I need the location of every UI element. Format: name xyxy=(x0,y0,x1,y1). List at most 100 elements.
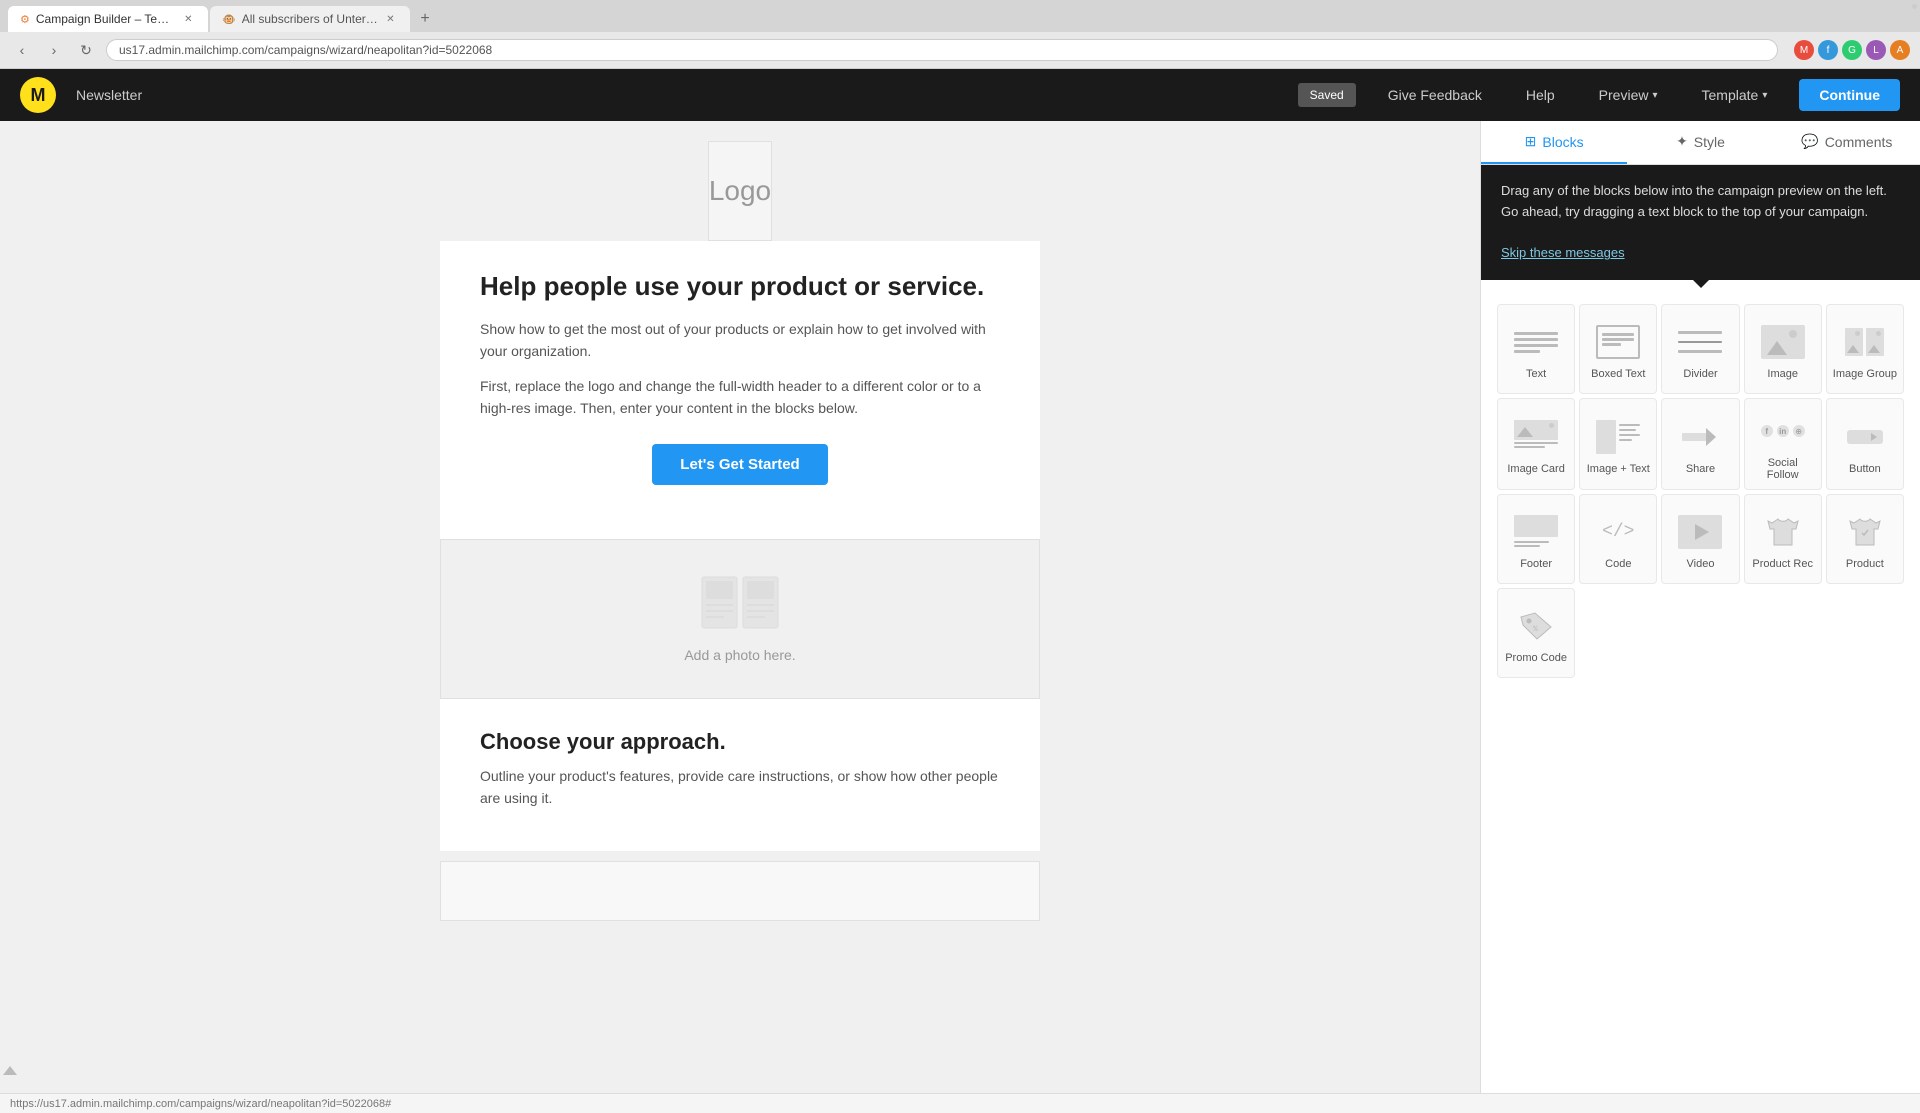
app-header: M Newsletter Saved Give Feedback Help Pr… xyxy=(0,69,1920,121)
status-url: https://us17.admin.mailchimp.com/campaig… xyxy=(10,1098,391,1110)
product-icon xyxy=(1839,512,1891,552)
block-image-label: Image xyxy=(1767,368,1798,380)
video-icon xyxy=(1674,512,1726,552)
block-promo-code-label: Promo Code xyxy=(1505,652,1567,664)
tab-comments[interactable]: 💬 Comments xyxy=(1774,121,1920,164)
block-image[interactable]: Image xyxy=(1744,304,1822,394)
mailchimp-logo: M xyxy=(20,77,56,113)
right-panel: ⊞ Blocks ✦ Style 💬 Comments Drag any of … xyxy=(1480,121,1920,1093)
block-code-label: Code xyxy=(1605,558,1631,570)
divider-icon xyxy=(1674,322,1726,362)
block-code[interactable]: </> Code xyxy=(1579,494,1657,584)
status-bar: https://us17.admin.mailchimp.com/campaig… xyxy=(0,1093,1920,1113)
block-footer[interactable]: Footer xyxy=(1497,494,1575,584)
tab-2-close[interactable]: ✕ xyxy=(385,12,396,26)
comments-icon: 💬 xyxy=(1801,133,1818,150)
section-body: Outline your product's features, provide… xyxy=(480,765,1000,810)
back-button[interactable]: ‹ xyxy=(10,38,34,62)
cta-container: Let's Get Started xyxy=(480,444,1000,485)
template-button[interactable]: Template ▾ xyxy=(1690,81,1780,109)
section-block: Choose your approach. Outline your produ… xyxy=(440,699,1040,852)
block-image-text-label: Image + Text xyxy=(1587,463,1650,475)
block-social-follow[interactable]: f in ⊕ Social Follow xyxy=(1744,398,1822,490)
text-icon xyxy=(1510,322,1562,362)
info-banner: Drag any of the blocks below into the ca… xyxy=(1481,165,1920,280)
block-share[interactable]: Share xyxy=(1661,398,1739,490)
ext-icon-3: G xyxy=(1842,40,1862,60)
ext-icon-4: L xyxy=(1866,40,1886,60)
style-icon: ✦ xyxy=(1676,133,1688,150)
browser-toolbar-icons: M f G L A xyxy=(1794,40,1910,60)
address-bar: ‹ › ↻ us17.admin.mailchimp.com/campaigns… xyxy=(0,32,1920,69)
block-image-group[interactable]: Image Group xyxy=(1826,304,1904,394)
block-divider-label: Divider xyxy=(1683,368,1717,380)
block-product-rec-label: Product Rec xyxy=(1752,558,1813,570)
tab-1[interactable]: ⚙ Campaign Builder – Template … ✕ xyxy=(8,6,208,32)
image-icon xyxy=(1757,322,1809,362)
newsletter-nav[interactable]: Newsletter xyxy=(76,87,142,103)
block-video-label: Video xyxy=(1687,558,1715,570)
skip-messages-link[interactable]: Skip these messages xyxy=(1501,245,1625,260)
saved-badge: Saved xyxy=(1298,83,1356,107)
promo-code-icon: % xyxy=(1510,606,1562,646)
boxed-text-icon xyxy=(1592,322,1644,362)
button-icon xyxy=(1839,417,1891,457)
ext-icon-5: A xyxy=(1890,40,1910,60)
block-button-label: Button xyxy=(1849,463,1881,475)
bottom-partial-block xyxy=(440,861,1040,921)
block-text[interactable]: Text xyxy=(1497,304,1575,394)
block-button[interactable]: Button xyxy=(1826,398,1904,490)
block-image-group-label: Image Group xyxy=(1833,368,1897,380)
content-block: Help people use your product or service.… xyxy=(440,241,1040,539)
url-bar[interactable]: us17.admin.mailchimp.com/campaigns/wizar… xyxy=(106,39,1778,61)
block-product[interactable]: Product xyxy=(1826,494,1904,584)
block-boxed-text-label: Boxed Text xyxy=(1591,368,1645,380)
blocks-icon: ⊞ xyxy=(1525,133,1537,150)
logo-text: Logo xyxy=(709,175,771,207)
block-divider[interactable]: Divider xyxy=(1661,304,1739,394)
block-image-card-label: Image Card xyxy=(1507,463,1564,475)
block-share-label: Share xyxy=(1686,463,1715,475)
browser-chrome: ⚙ Campaign Builder – Template … ✕ 🐵 All … xyxy=(0,0,1920,69)
main-heading: Help people use your product or service. xyxy=(480,271,1000,302)
give-feedback-button[interactable]: Give Feedback xyxy=(1376,81,1494,109)
ext-icon-1: M xyxy=(1794,40,1814,60)
image-text-icon xyxy=(1592,417,1644,457)
banner-arrow xyxy=(1693,280,1709,288)
tab-2[interactable]: 🐵 All subscribers of Unternehmh… ✕ xyxy=(210,6,410,32)
share-icon xyxy=(1674,417,1726,457)
tab-bar: ⚙ Campaign Builder – Template … ✕ 🐵 All … xyxy=(0,0,1920,32)
info-banner-text: Drag any of the blocks below into the ca… xyxy=(1501,181,1900,223)
block-social-follow-label: Social Follow xyxy=(1751,457,1815,481)
new-tab-button[interactable]: + xyxy=(412,6,438,32)
body-text-1: Show how to get the most out of your pro… xyxy=(480,318,1000,363)
code-icon: </> xyxy=(1592,512,1644,552)
refresh-button[interactable]: ↻ xyxy=(74,38,98,62)
svg-text:%: % xyxy=(1533,625,1538,634)
ext-icon-2: f xyxy=(1818,40,1838,60)
block-image-card[interactable]: Image Card xyxy=(1497,398,1575,490)
block-promo-code[interactable]: % Promo Code xyxy=(1497,588,1575,678)
block-text-label: Text xyxy=(1526,368,1546,380)
cta-button[interactable]: Let's Get Started xyxy=(652,444,827,485)
preview-button[interactable]: Preview ▾ xyxy=(1587,81,1670,109)
continue-button[interactable]: Continue xyxy=(1799,79,1900,111)
forward-button[interactable]: › xyxy=(42,38,66,62)
tab-style[interactable]: ✦ Style xyxy=(1627,121,1773,164)
block-video[interactable]: Video xyxy=(1661,494,1739,584)
section-heading: Choose your approach. xyxy=(480,729,1000,755)
help-button[interactable]: Help xyxy=(1514,81,1567,109)
image-card-icon xyxy=(1510,417,1562,457)
preview-area: Logo Help people use your product or ser… xyxy=(0,121,1480,1093)
tab-1-close[interactable]: ✕ xyxy=(183,12,194,26)
logo-block[interactable]: Logo xyxy=(708,141,772,241)
block-product-label: Product xyxy=(1846,558,1884,570)
main-layout: Logo Help people use your product or ser… xyxy=(0,121,1920,1093)
block-image-text[interactable]: Image + Text xyxy=(1579,398,1657,490)
block-product-rec[interactable]: Product Rec xyxy=(1744,494,1822,584)
footer-icon xyxy=(1510,512,1562,552)
tab-blocks[interactable]: ⊞ Blocks xyxy=(1481,121,1627,164)
social-follow-icon: f in ⊕ xyxy=(1757,411,1809,451)
block-boxed-text[interactable]: Boxed Text xyxy=(1579,304,1657,394)
image-placeholder[interactable]: Add a photo here. xyxy=(440,539,1040,699)
